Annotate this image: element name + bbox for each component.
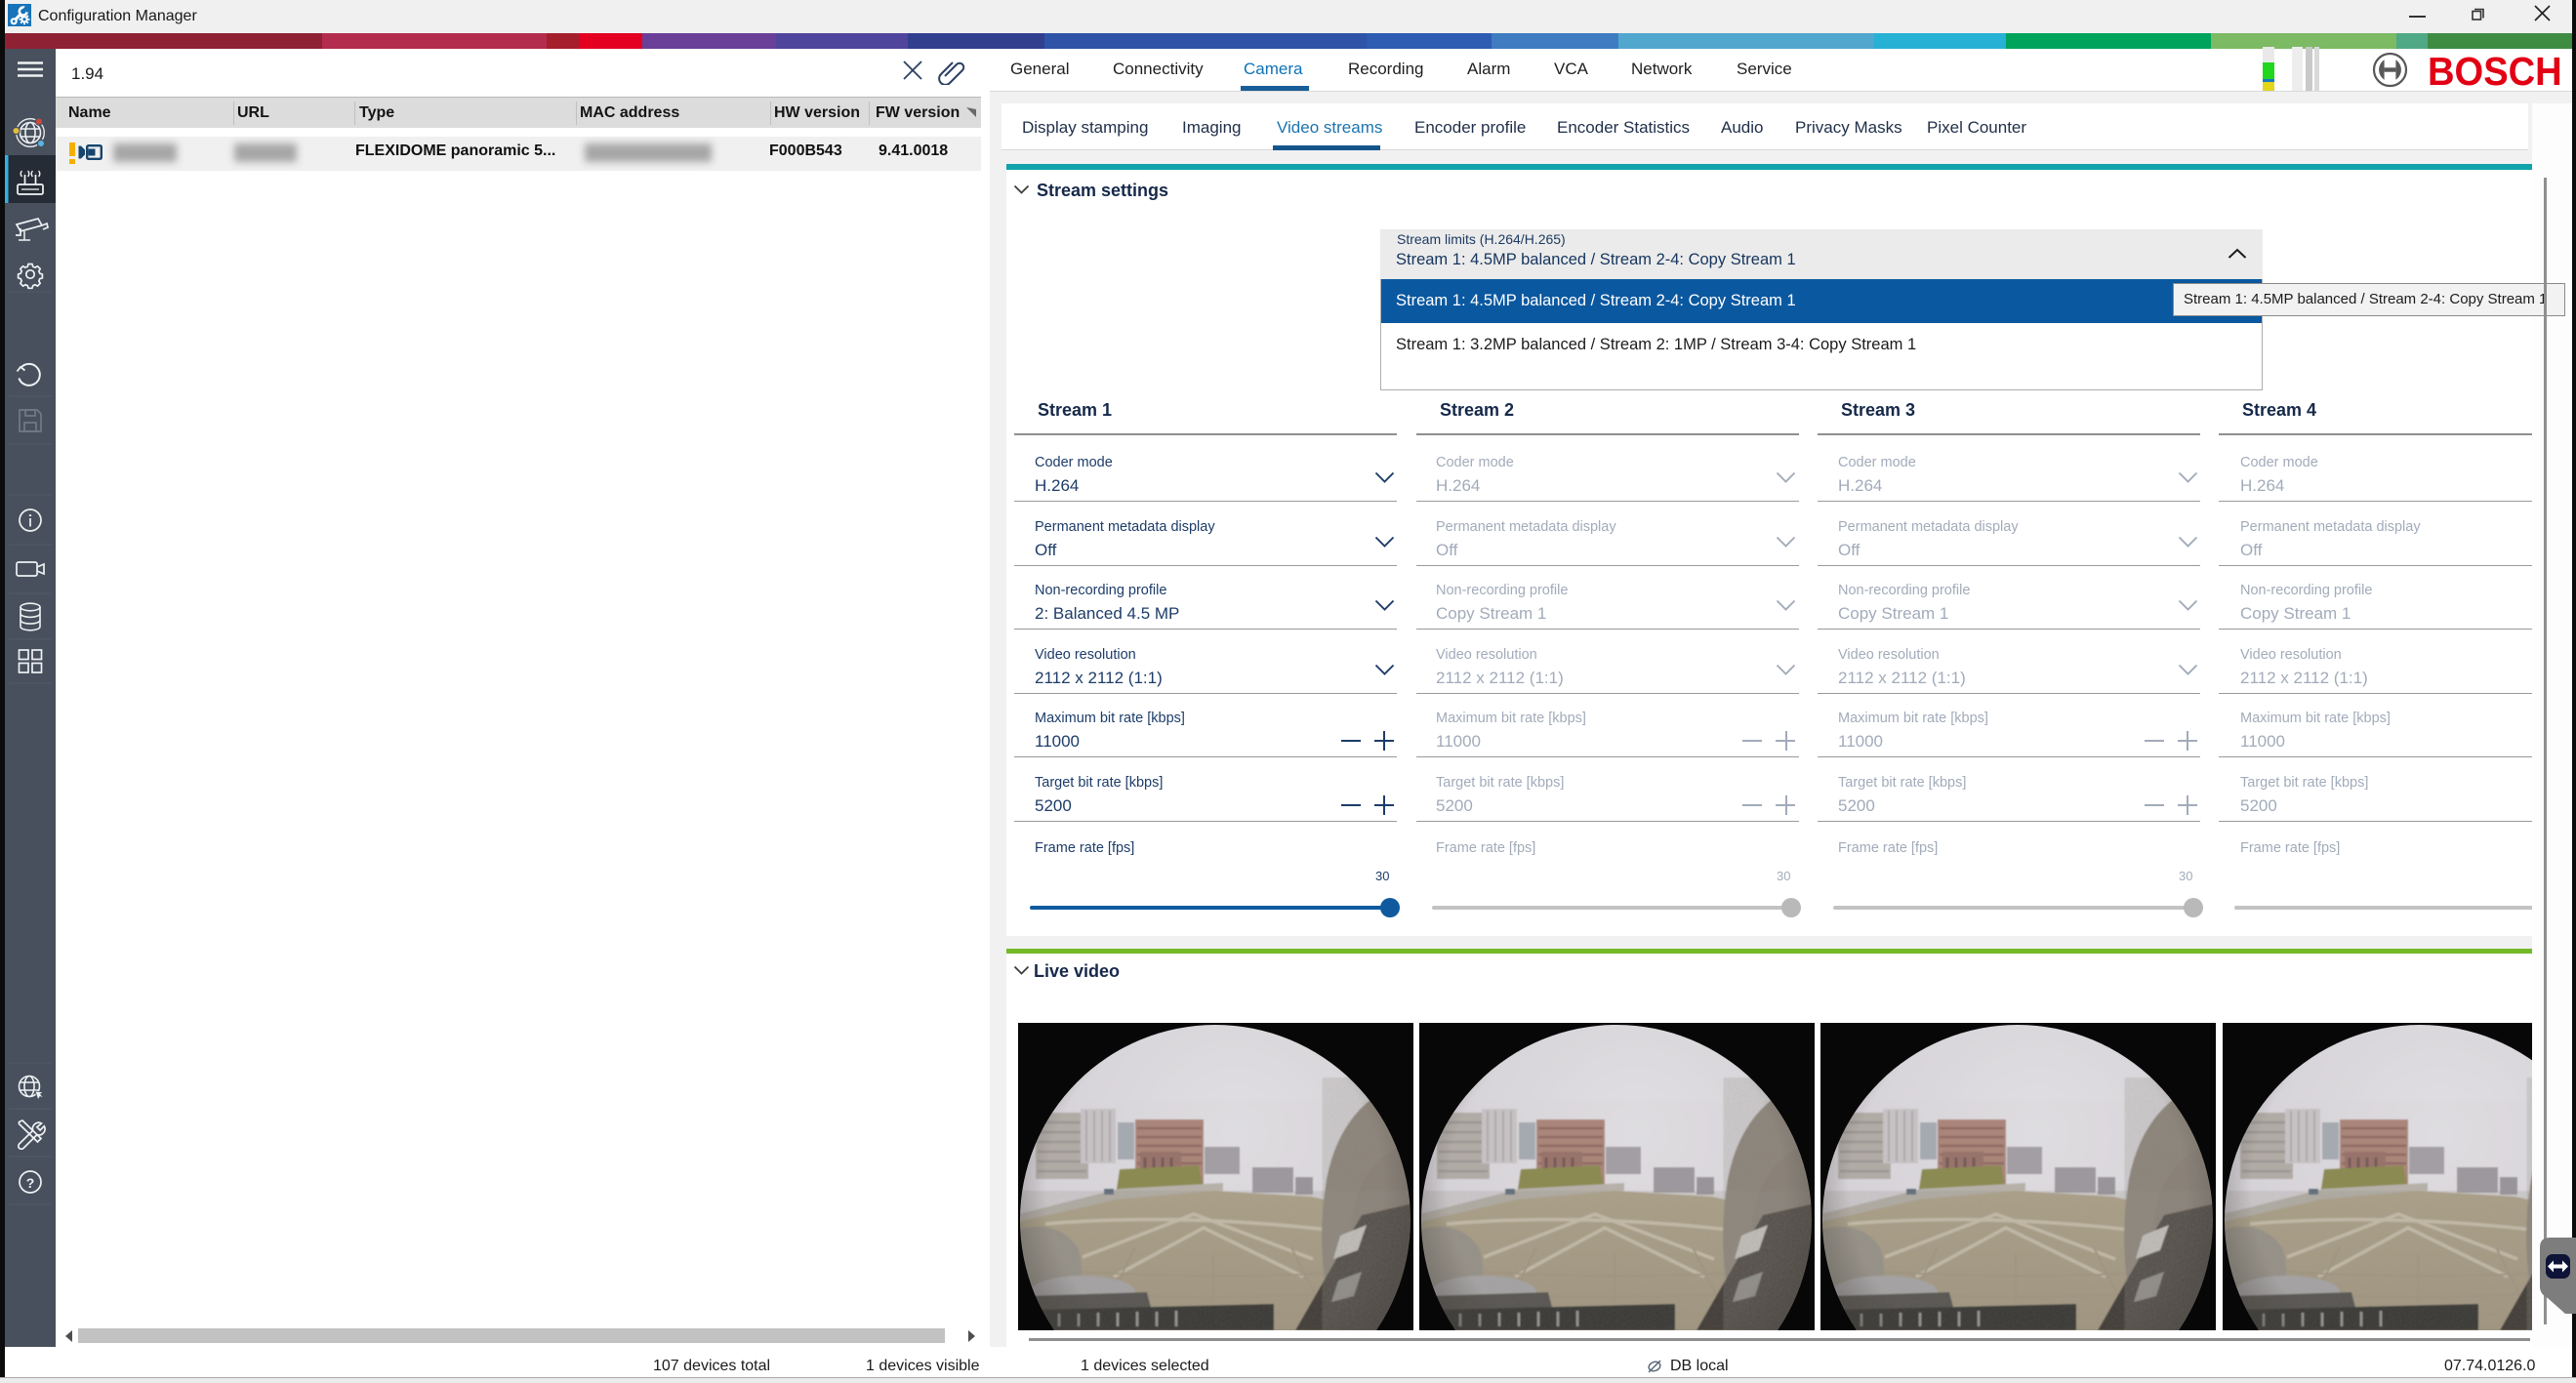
svg-text:?: ? xyxy=(26,1175,35,1191)
